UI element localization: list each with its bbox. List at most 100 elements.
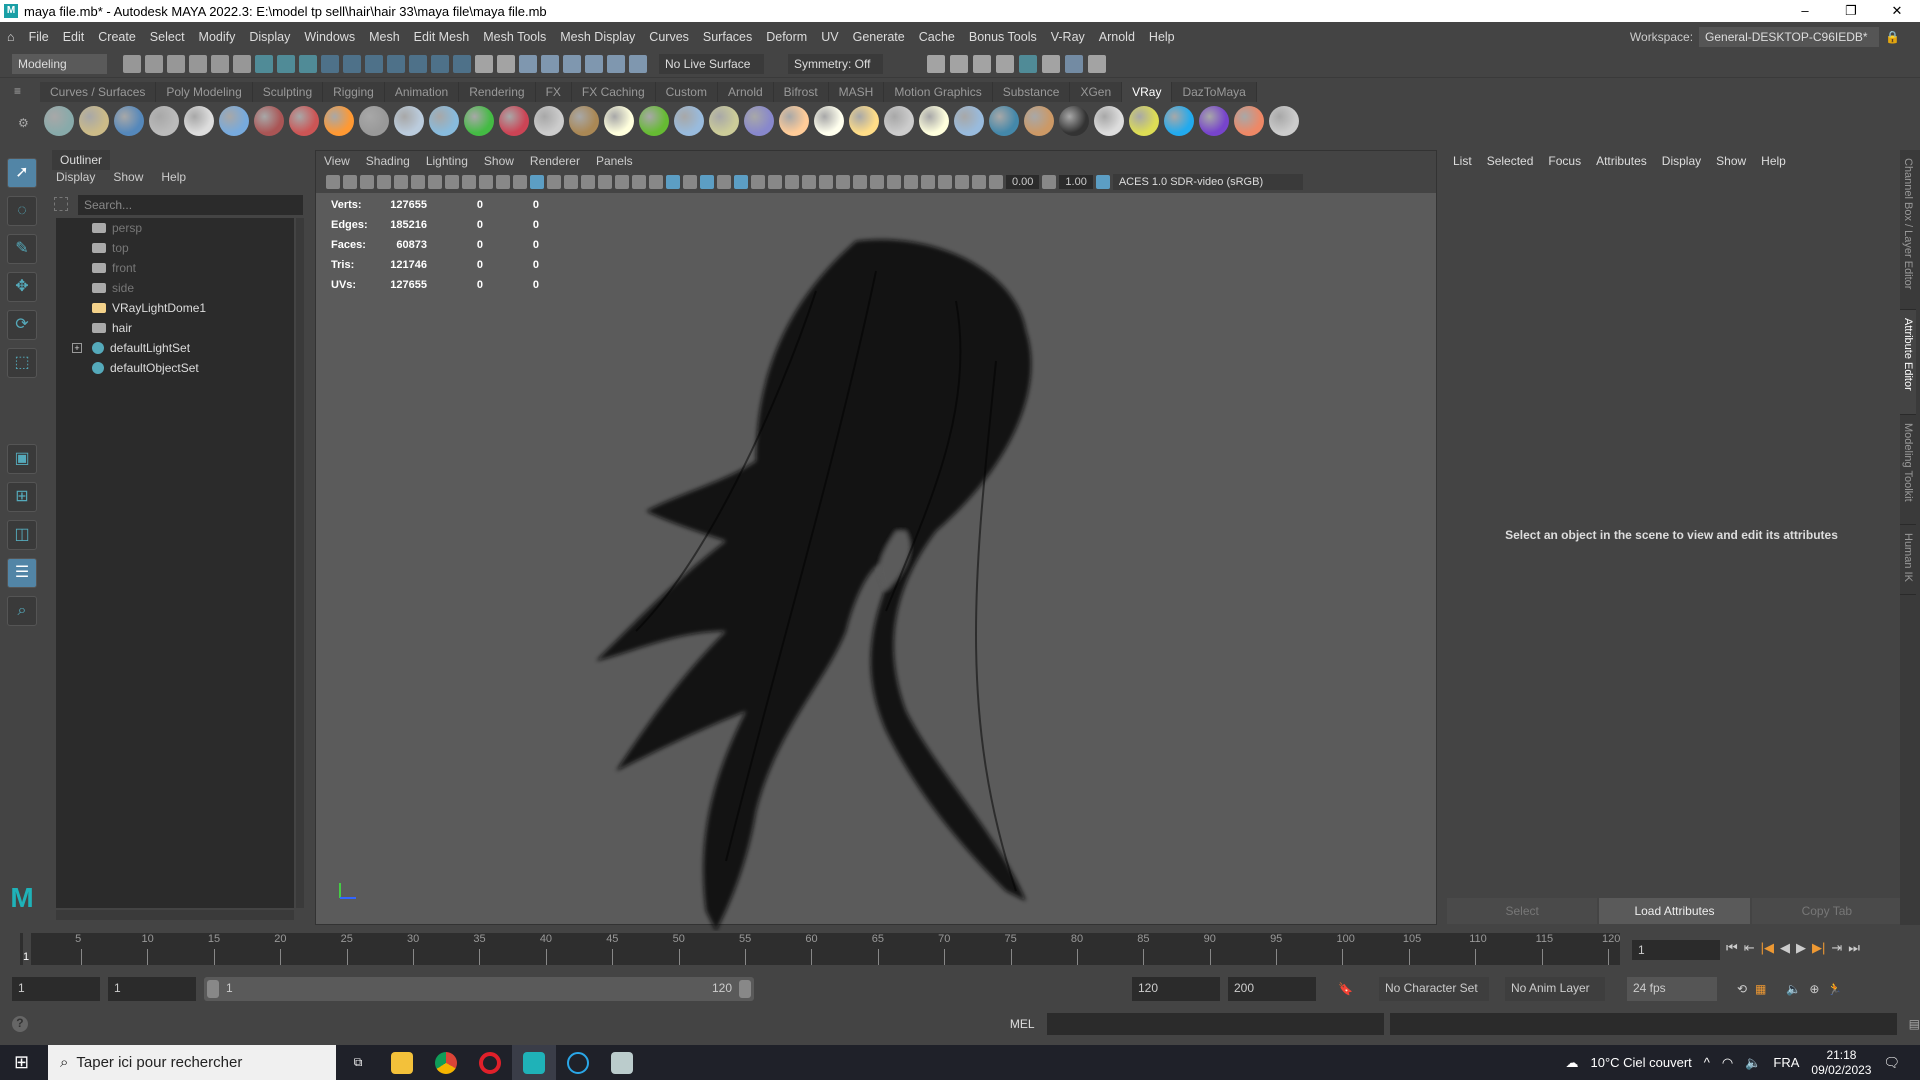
status-tool-icon[interactable] [321, 54, 339, 73]
viewport-tool-icon[interactable] [411, 175, 425, 189]
shelf-tab-bifrost[interactable]: Bifrost [774, 82, 829, 102]
menu-set-dropdown[interactable]: Modeling [12, 53, 107, 74]
viewport-tool-icon[interactable] [802, 175, 816, 189]
menu-mesh-tools[interactable]: Mesh Tools [476, 30, 553, 44]
play-backwards-icon[interactable]: ◀ [1780, 940, 1790, 956]
menu-mesh[interactable]: Mesh [362, 30, 407, 44]
fps-dropdown[interactable]: 24 fps [1626, 977, 1717, 1001]
shelf-tool-icon[interactable] [709, 106, 739, 136]
shelf-tool-icon[interactable] [324, 106, 354, 136]
viewport-tool-icon[interactable] [479, 175, 493, 189]
menu-cache[interactable]: Cache [912, 30, 962, 44]
paint-select-tool-icon[interactable]: ✎ [7, 234, 37, 264]
status-tool-icon[interactable] [453, 54, 471, 73]
viewport-tool-icon[interactable] [496, 175, 510, 189]
step-forward-frame-icon[interactable]: ▶| [1812, 940, 1825, 956]
step-back-frame-icon[interactable]: |◀ [1761, 940, 1774, 956]
shelf-tool-icon[interactable] [1164, 106, 1194, 136]
exposure-field[interactable]: 0.00 [1006, 175, 1040, 189]
viewport-tool-icon[interactable] [632, 175, 646, 189]
shelf-tool-icon[interactable] [1024, 106, 1054, 136]
color-space-dropdown[interactable]: ACES 1.0 SDR-video (sRGB) [1112, 174, 1303, 190]
status-tool-icon[interactable] [211, 54, 229, 73]
mel-label[interactable]: MEL [1010, 1017, 1035, 1031]
shelf-tool-icon[interactable] [814, 106, 844, 136]
menu-modify[interactable]: Modify [192, 30, 243, 44]
shelf-tab-fx-caching[interactable]: FX Caching [572, 82, 656, 102]
copy-tab-button[interactable]: Copy Tab [1751, 898, 1902, 924]
cache-playback-icon[interactable]: ▦ [1755, 982, 1766, 996]
status-tool-icon[interactable] [497, 54, 515, 73]
outliner-item[interactable]: side [56, 278, 294, 298]
play-forwards-icon[interactable]: ▶ [1796, 940, 1806, 956]
shelf-tab-fx[interactable]: FX [536, 82, 572, 102]
live-surface-field[interactable]: No Live Surface [659, 53, 764, 74]
outliner-item[interactable]: VRayLightDome1 [56, 298, 294, 318]
shelf-tool-icon[interactable] [884, 106, 914, 136]
hair-model[interactable] [576, 211, 1136, 931]
shelf-tool-icon[interactable] [79, 106, 109, 136]
viewport-menu-lighting[interactable]: Lighting [426, 154, 468, 168]
status-tool-icon[interactable] [189, 54, 207, 73]
outliner-search-input[interactable]: Search... [78, 195, 303, 215]
shelf-tab-poly-modeling[interactable]: Poly Modeling [156, 82, 253, 102]
viewport-tool-icon[interactable] [326, 175, 340, 189]
select-button[interactable]: Select [1447, 898, 1598, 924]
shelf-tool-icon[interactable] [149, 106, 179, 136]
go-to-end-icon[interactable]: ⏭ [1848, 940, 1860, 956]
shelf-tool-icon[interactable] [569, 106, 599, 136]
viewport-tool-icon[interactable] [598, 175, 612, 189]
viewport-tool-icon[interactable] [768, 175, 782, 189]
viewport-tool-icon[interactable] [989, 175, 1003, 189]
sound-icon[interactable]: 🔈 [1786, 982, 1801, 996]
shelf-tool-icon[interactable] [954, 106, 984, 136]
playback-start-field[interactable]: 1 [108, 977, 196, 1001]
status-tool-icon[interactable] [541, 54, 559, 73]
two-view-layout-icon[interactable]: ◫ [7, 520, 37, 550]
viewport-tool-icon[interactable] [870, 175, 884, 189]
shelf-tool-icon[interactable] [1234, 106, 1264, 136]
shelf-tool-icon[interactable] [289, 106, 319, 136]
status-tool-icon[interactable] [607, 54, 625, 73]
shelf-tab-vray[interactable]: VRay [1122, 82, 1173, 102]
viewport-tool-icon[interactable] [428, 175, 442, 189]
shelf-tab-curves-surfaces[interactable]: Curves / Surfaces [40, 82, 157, 102]
status-tool-icon[interactable] [387, 54, 405, 73]
resource-monitor-icon[interactable] [600, 1045, 644, 1080]
status-tool-icon[interactable] [431, 54, 449, 73]
go-to-start-icon[interactable]: ⏮ [1726, 940, 1738, 956]
render-tool-icon[interactable] [1019, 54, 1037, 73]
viewport-tool-icon[interactable] [649, 175, 663, 189]
shelf-tool-icon[interactable] [1129, 106, 1159, 136]
modeling-toolkit-tab[interactable]: Modeling Toolkit [1900, 415, 1916, 525]
outliner-item[interactable]: top [56, 238, 294, 258]
lasso-tool-icon[interactable]: ◌ [7, 196, 37, 226]
viewport-tool-icon[interactable] [581, 175, 595, 189]
attribute-menu-selected[interactable]: Selected [1487, 154, 1534, 168]
shelf-tool-icon[interactable] [219, 106, 249, 136]
character-set-dropdown[interactable]: No Character Set [1378, 977, 1489, 1001]
close-button[interactable]: ✕ [1874, 0, 1920, 22]
time-slider[interactable]: 1 5 10 15 20 25 30 35 40 45 50 55 60 65 70 75 80 85 90 95 1… [20, 933, 1620, 965]
anim-prefs-icon[interactable]: ⊕ [1809, 982, 1819, 996]
viewport-tool-icon[interactable] [972, 175, 986, 189]
menu-surfaces[interactable]: Surfaces [696, 30, 759, 44]
shelf-tool-icon[interactable] [464, 106, 494, 136]
range-slider[interactable]: 1 120 [204, 977, 754, 1001]
viewport-tool-icon[interactable] [564, 175, 578, 189]
outliner-tab[interactable]: Outliner [52, 150, 111, 170]
outliner-menu-help[interactable]: Help [161, 170, 186, 184]
viewport-tool-icon[interactable] [938, 175, 952, 189]
shelf-tool-icon[interactable] [849, 106, 879, 136]
load-attributes-button[interactable]: Load Attributes [1599, 898, 1750, 924]
render-tool-icon[interactable] [950, 54, 968, 73]
playback-end-field[interactable]: 120 [1132, 977, 1220, 1001]
shelf-tab-xgen[interactable]: XGen [1070, 82, 1123, 102]
shelf-tool-icon[interactable] [1199, 106, 1229, 136]
viewport-menu-show[interactable]: Show [484, 154, 514, 168]
shelf-tool-icon[interactable] [639, 106, 669, 136]
status-tool-icon[interactable] [629, 54, 647, 73]
status-tool-icon[interactable] [277, 54, 295, 73]
step-forward-key-icon[interactable]: ⇥ [1831, 940, 1842, 956]
menu-file[interactable]: File [22, 30, 56, 44]
